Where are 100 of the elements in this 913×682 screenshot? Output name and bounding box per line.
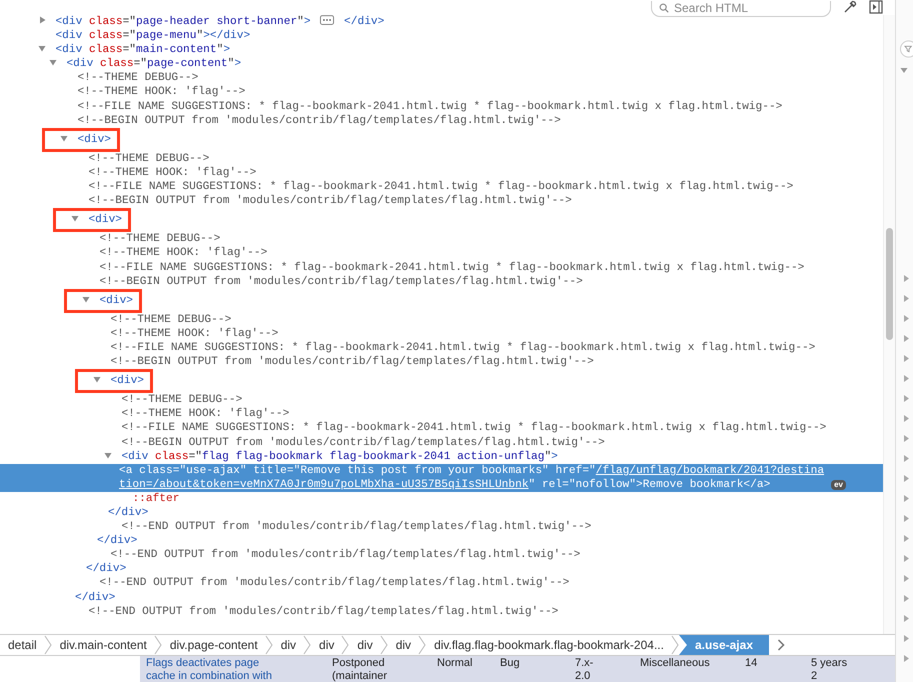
dom-node-row[interactable]: <!--BEGIN OUTPUT from 'modules/contrib/flag/templates/flag.html.twig'--> bbox=[0, 194, 884, 208]
html-comment: <!--THEME DEBUG--> bbox=[88, 152, 210, 165]
dom-node-row[interactable]: <div class="main-content"> bbox=[0, 43, 884, 58]
triangle-right-icon[interactable] bbox=[902, 554, 910, 563]
html-comment: <!--FILE NAME SUGGESTIONS: * flag--bookmark-2041.html.twig * flag--bookmark.html.twig x flag.html.twig--> bbox=[88, 181, 794, 194]
dom-node-row[interactable]: <!--THEME HOOK: 'flag'--> bbox=[0, 166, 884, 180]
disclosure-triangle-icon[interactable] bbox=[38, 44, 46, 52]
dom-node-row[interactable]: <div> bbox=[0, 128, 884, 152]
triangle-right-icon[interactable] bbox=[902, 574, 910, 583]
triangle-right-icon[interactable] bbox=[902, 454, 910, 463]
html-comment: <!--THEME HOOK: 'flag'--> bbox=[99, 247, 268, 260]
sidebar-toggle-icon[interactable] bbox=[869, 0, 883, 14]
html-comment: <!--BEGIN OUTPUT from 'modules/contrib/flag/templates/flag.html.twig'--> bbox=[99, 276, 583, 288]
table-cell-text: 7.x- 2.0 bbox=[574, 657, 594, 682]
dom-node-row[interactable]: <!--THEME DEBUG--> bbox=[0, 312, 884, 327]
dom-node-row[interactable]: <!--FILE NAME SUGGESTIONS: * flag--bookmark-2041.html.twig * flag--bookmark.html.twig x flag.html.twig--> bbox=[0, 340, 884, 356]
dom-node-row[interactable]: <!--THEME DEBUG--> bbox=[0, 152, 884, 166]
html-comment: <!--THEME DEBUG--> bbox=[110, 314, 232, 326]
disclosure-triangle-icon[interactable] bbox=[48, 58, 57, 66]
chevron-icon bbox=[380, 635, 388, 655]
dom-node-row[interactable]: <!--THEME DEBUG--> bbox=[0, 393, 884, 408]
table-cell-text: Postponed (maintainer bbox=[331, 657, 388, 682]
dom-node-row[interactable]: <div> bbox=[0, 369, 884, 394]
dom-node-row[interactable]: <!--BEGIN OUTPUT from 'modules/contrib/flag/templates/flag.html.twig'--> bbox=[0, 436, 884, 450]
dom-node-row[interactable]: <!--THEME DEBUG--> bbox=[0, 71, 884, 86]
html-comment: <!--END OUTPUT from 'modules/contrib/flag/templates/flag.html.twig'--> bbox=[99, 577, 570, 590]
dom-node-row[interactable]: <!--THEME DEBUG--> bbox=[0, 232, 884, 246]
dom-node-row[interactable]: <!--END OUTPUT from 'modules/contrib/flag/templates/flag.html.twig'--> bbox=[0, 548, 884, 562]
dom-node-row[interactable]: <div class="page-header short-banner"> </div> bbox=[0, 15, 884, 30]
dom-node-row[interactable]: <div class="flag flag-bookmark flag-bookmark-2041 action-unflag"> bbox=[0, 450, 884, 464]
disclosure-triangle-icon[interactable] bbox=[92, 375, 101, 384]
triangle-right-icon[interactable] bbox=[902, 334, 910, 343]
dom-node-row[interactable]: <!--FILE NAME SUGGESTIONS: * flag--bookmark-2041.html.twig * flag--bookmark.html.twig x flag.html.twig--> bbox=[0, 180, 884, 194]
triangle-right-icon[interactable] bbox=[902, 634, 910, 643]
triangle-down-icon[interactable] bbox=[900, 66, 908, 74]
dom-node-row[interactable]: <div> bbox=[0, 208, 884, 232]
triangle-right-icon[interactable] bbox=[902, 414, 910, 423]
triangle-right-icon[interactable] bbox=[902, 434, 910, 443]
triangle-right-icon[interactable] bbox=[902, 394, 910, 403]
dom-node-row[interactable]: <!--BEGIN OUTPUT from 'modules/contrib/flag/templates/flag.html.twig'--> bbox=[0, 114, 884, 128]
triangle-right-icon[interactable] bbox=[902, 294, 910, 303]
breadcrumb-item[interactable]: div bbox=[311, 635, 342, 655]
dom-node-row[interactable]: <!--THEME HOOK: 'flag'--> bbox=[0, 85, 884, 100]
dom-node-row[interactable] bbox=[0, 464, 884, 492]
scrollbar-track[interactable] bbox=[883, 15, 895, 634]
event-badge[interactable]: ev bbox=[831, 480, 846, 490]
dom-node-row[interactable]: <div class="page-content"> bbox=[0, 57, 884, 72]
dom-node-row[interactable]: <!--FILE NAME SUGGESTIONS: * flag--bookmark-2041.html.twig * flag--bookmark.html.twig x flag.html.twig--> bbox=[0, 421, 884, 436]
issue-link[interactable]: Flags deactivates page cache in combination with bbox=[140, 657, 326, 682]
search-field[interactable]: Search HTML bbox=[651, 0, 831, 16]
breadcrumb-item[interactable]: detail bbox=[0, 635, 44, 655]
chevron-icon bbox=[154, 635, 162, 655]
dom-node-row[interactable]: <!--THEME HOOK: 'flag'--> bbox=[0, 407, 884, 422]
html-tag: <div> bbox=[88, 214, 122, 226]
dom-node-row[interactable]: <!--THEME HOOK: 'flag'--> bbox=[0, 246, 884, 260]
dom-node-row[interactable]: <!--THEME HOOK: 'flag'--> bbox=[0, 326, 884, 341]
breadcrumb-item[interactable]: div.main-content bbox=[52, 635, 154, 655]
disclosure-triangle-icon[interactable] bbox=[60, 134, 68, 142]
html-tag: <div class="flag flag-bookmark flag-bookmark-2041 action-unflag"> bbox=[121, 450, 558, 463]
triangle-right-icon[interactable] bbox=[902, 474, 910, 483]
dom-node-row[interactable]: <!--FILE NAME SUGGESTIONS: * flag--bookmark-2041.html.twig * flag--bookmark.html.twig x flag.html.twig--> bbox=[0, 260, 884, 275]
disclosure-triangle-icon[interactable] bbox=[70, 214, 79, 222]
triangle-right-icon[interactable] bbox=[902, 594, 910, 603]
triangle-right-icon[interactable] bbox=[902, 494, 910, 503]
table-cell-text: Normal bbox=[436, 657, 474, 671]
breadcrumb-item[interactable]: div bbox=[272, 635, 304, 655]
disclosure-triangle-icon[interactable] bbox=[104, 450, 112, 459]
breadcrumb-item[interactable]: div.page-content bbox=[162, 635, 265, 655]
triangle-right-icon[interactable] bbox=[902, 374, 910, 383]
disclosure-triangle-icon[interactable] bbox=[82, 294, 90, 303]
triangle-right-icon[interactable] bbox=[902, 314, 910, 323]
triangle-right-icon[interactable] bbox=[902, 614, 910, 623]
dom-node-row[interactable]: <div class="page-menu"></div> bbox=[0, 29, 884, 44]
breadcrumb-item[interactable]: div bbox=[349, 635, 380, 655]
ellipsis-icon[interactable] bbox=[320, 15, 334, 25]
triangle-right-icon[interactable] bbox=[902, 274, 910, 283]
triangle-right-icon[interactable] bbox=[902, 354, 910, 363]
html-comment: <!--BEGIN OUTPUT from 'modules/contrib/flag/templates/flag.html.twig'--> bbox=[77, 114, 561, 127]
breadcrumb-item[interactable]: div.flag.flag-bookmark.flag-bookmark-204... bbox=[426, 635, 671, 655]
dom-node-row[interactable]: <!--END OUTPUT from 'modules/contrib/flag/templates/flag.html.twig'--> bbox=[0, 576, 884, 591]
breadcrumb-item[interactable]: div bbox=[388, 635, 418, 655]
html-comment: <!--THEME DEBUG--> bbox=[99, 233, 220, 246]
dom-node-row[interactable]: <div> bbox=[0, 288, 884, 313]
dom-node-row[interactable]: ::after bbox=[0, 492, 884, 506]
dom-node-row[interactable]: <!--END OUTPUT from 'modules/contrib/flag/templates/flag.html.twig'--> bbox=[0, 520, 884, 534]
dom-node-row[interactable]: <!--END OUTPUT from 'modules/contrib/flag/templates/flag.html.twig'--> bbox=[0, 604, 884, 619]
chevron-right-icon[interactable] bbox=[777, 639, 785, 651]
html-comment: <!--BEGIN OUTPUT from 'modules/contrib/flag/templates/flag.html.twig'--> bbox=[121, 436, 605, 449]
dom-node-row[interactable]: <!--BEGIN OUTPUT from 'modules/contrib/flag/templates/flag.html.twig'--> bbox=[0, 274, 884, 289]
disclosure-triangle-icon[interactable] bbox=[38, 16, 46, 24]
dom-node-row[interactable]: <!--FILE NAME SUGGESTIONS: * flag--bookmark-2041.html.twig * flag--bookmark.html.twig x flag.html.twig--> bbox=[0, 100, 884, 114]
scrollbar-thumb[interactable] bbox=[886, 228, 894, 340]
html-tag: <div> bbox=[110, 375, 144, 388]
triangle-right-icon[interactable] bbox=[902, 654, 910, 663]
eyedropper-icon[interactable] bbox=[843, 0, 857, 14]
dom-node-row[interactable]: <!--BEGIN OUTPUT from 'modules/contrib/flag/templates/flag.html.twig'--> bbox=[0, 355, 884, 370]
html-tag: <div class="main-content"> bbox=[55, 44, 230, 56]
closing-tag: </div> bbox=[97, 535, 138, 548]
triangle-right-icon[interactable] bbox=[902, 534, 910, 543]
triangle-right-icon[interactable] bbox=[902, 514, 910, 523]
